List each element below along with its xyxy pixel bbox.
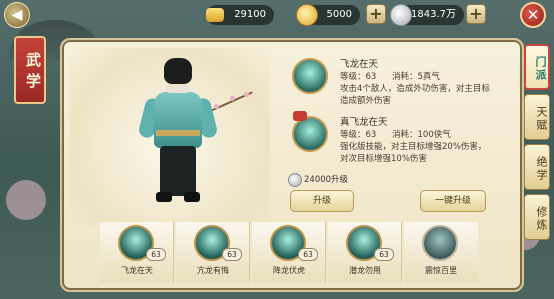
skill-level: 等级：63 xyxy=(340,130,377,140)
skill-level: 等级：63 xyxy=(340,72,377,82)
tab-menpai[interactable]: 门派 xyxy=(524,44,550,90)
zhenjing-skill-icon xyxy=(422,225,458,261)
character-boot xyxy=(156,192,172,202)
silver-coin-icon xyxy=(390,4,412,26)
character-scarf xyxy=(166,85,190,93)
gold-coin-counter: 5000 xyxy=(296,4,360,26)
add-gold-coin-button[interactable]: + xyxy=(366,4,386,24)
gold-coin-value: 5000 xyxy=(326,9,352,20)
skill-detail-feilong: 飞龙在天 等级：63 消耗：5真气 攻击4个敌人，造成外功伤害，对主目标造成额外… xyxy=(292,56,492,110)
tab-xiulian[interactable]: 修炼 xyxy=(524,194,550,240)
gold-ingot-value: 29100 xyxy=(234,9,266,20)
upgrade-button[interactable]: 升级 xyxy=(290,190,354,212)
gold-ingot-counter: 29100 xyxy=(206,5,274,25)
gold-coin-icon xyxy=(296,4,318,26)
close-button[interactable]: ✕ xyxy=(520,2,546,28)
skill-level-badge: 63 xyxy=(146,248,166,261)
skill-slot-kanglong[interactable]: 63 亢龙有悔 xyxy=(176,222,250,282)
back-button[interactable]: ◀ xyxy=(4,2,30,28)
upgrade-cost: 24000升级 xyxy=(288,172,348,188)
blossom-petal xyxy=(230,96,235,101)
skill-slot-xianglong[interactable]: 63 降龙伏虎 xyxy=(252,222,326,282)
character-boot xyxy=(184,192,200,202)
skill-name: 飞龙在天 xyxy=(340,59,379,70)
skill-detail-zhen-feilong: 真飞龙在天 等级：63 消耗：100侠气 强化版技能，对主目标增强20%伤害，对… xyxy=(292,111,492,168)
back-arrow-icon: ◀ xyxy=(11,7,23,23)
top-bar: ◀ 29100 5000 + 1843.7万 + ✕ xyxy=(0,0,554,30)
feilong-skill-icon xyxy=(292,58,328,94)
skill-name: 震惊百里 xyxy=(425,266,457,275)
skill-name: 真飞龙在天 xyxy=(340,117,388,128)
character-hair xyxy=(164,58,192,84)
silver-counter: 1843.7万 xyxy=(390,4,464,26)
skill-description: 强化版技能，对主目标增强20%伤害，对次目标增强10%伤害 xyxy=(340,142,487,164)
skill-name: 飞龙在天 xyxy=(121,266,153,275)
skill-slot-qianlong[interactable]: 63 潜龙勿用 xyxy=(328,222,402,282)
character-model[interactable] xyxy=(137,58,219,208)
silver-value: 1843.7万 xyxy=(411,9,456,20)
one-key-upgrade-button[interactable]: 一键升级 xyxy=(420,190,486,212)
background-blossom xyxy=(6,180,46,220)
skill-slot-zhenjing[interactable]: 震惊百里 xyxy=(404,222,478,282)
character-belt xyxy=(156,130,200,136)
close-icon: ✕ xyxy=(526,6,540,24)
character-robe xyxy=(154,92,202,148)
skill-name: 潜龙勿用 xyxy=(349,266,381,275)
page-title: 武学 xyxy=(14,36,46,104)
add-silver-button[interactable]: + xyxy=(466,4,486,24)
skill-cost: 消耗：5真气 xyxy=(392,72,440,82)
skill-level-badge: 63 xyxy=(374,248,394,261)
skill-list: 63 飞龙在天 63 亢龙有悔 63 降龙伏虎 63 潜龙勿用 震惊百里 xyxy=(100,222,484,282)
zhen-feilong-skill-icon xyxy=(292,116,328,152)
skill-description: 攻击4个敌人，造成外功伤害，对主目标造成额外伤害 xyxy=(340,84,490,106)
silver-coin-icon xyxy=(288,172,302,187)
skill-level-badge: 63 xyxy=(298,248,318,261)
gold-ingot-icon xyxy=(206,8,224,22)
upgrade-cost-label: 24000升级 xyxy=(304,175,349,185)
skill-name: 亢龙有悔 xyxy=(197,266,229,275)
blossom-petal xyxy=(244,92,249,97)
skill-cost: 消耗：100侠气 xyxy=(392,130,451,140)
skill-slot-feilong[interactable]: 63 飞龙在天 xyxy=(100,222,174,282)
character-legs xyxy=(160,146,196,196)
skill-level-badge: 63 xyxy=(222,248,242,261)
tab-tianfu[interactable]: 天赋 xyxy=(524,94,550,140)
skill-name: 降龙伏虎 xyxy=(273,266,305,275)
enhanced-badge-icon xyxy=(293,111,307,121)
tab-juexue[interactable]: 绝学 xyxy=(524,144,550,190)
